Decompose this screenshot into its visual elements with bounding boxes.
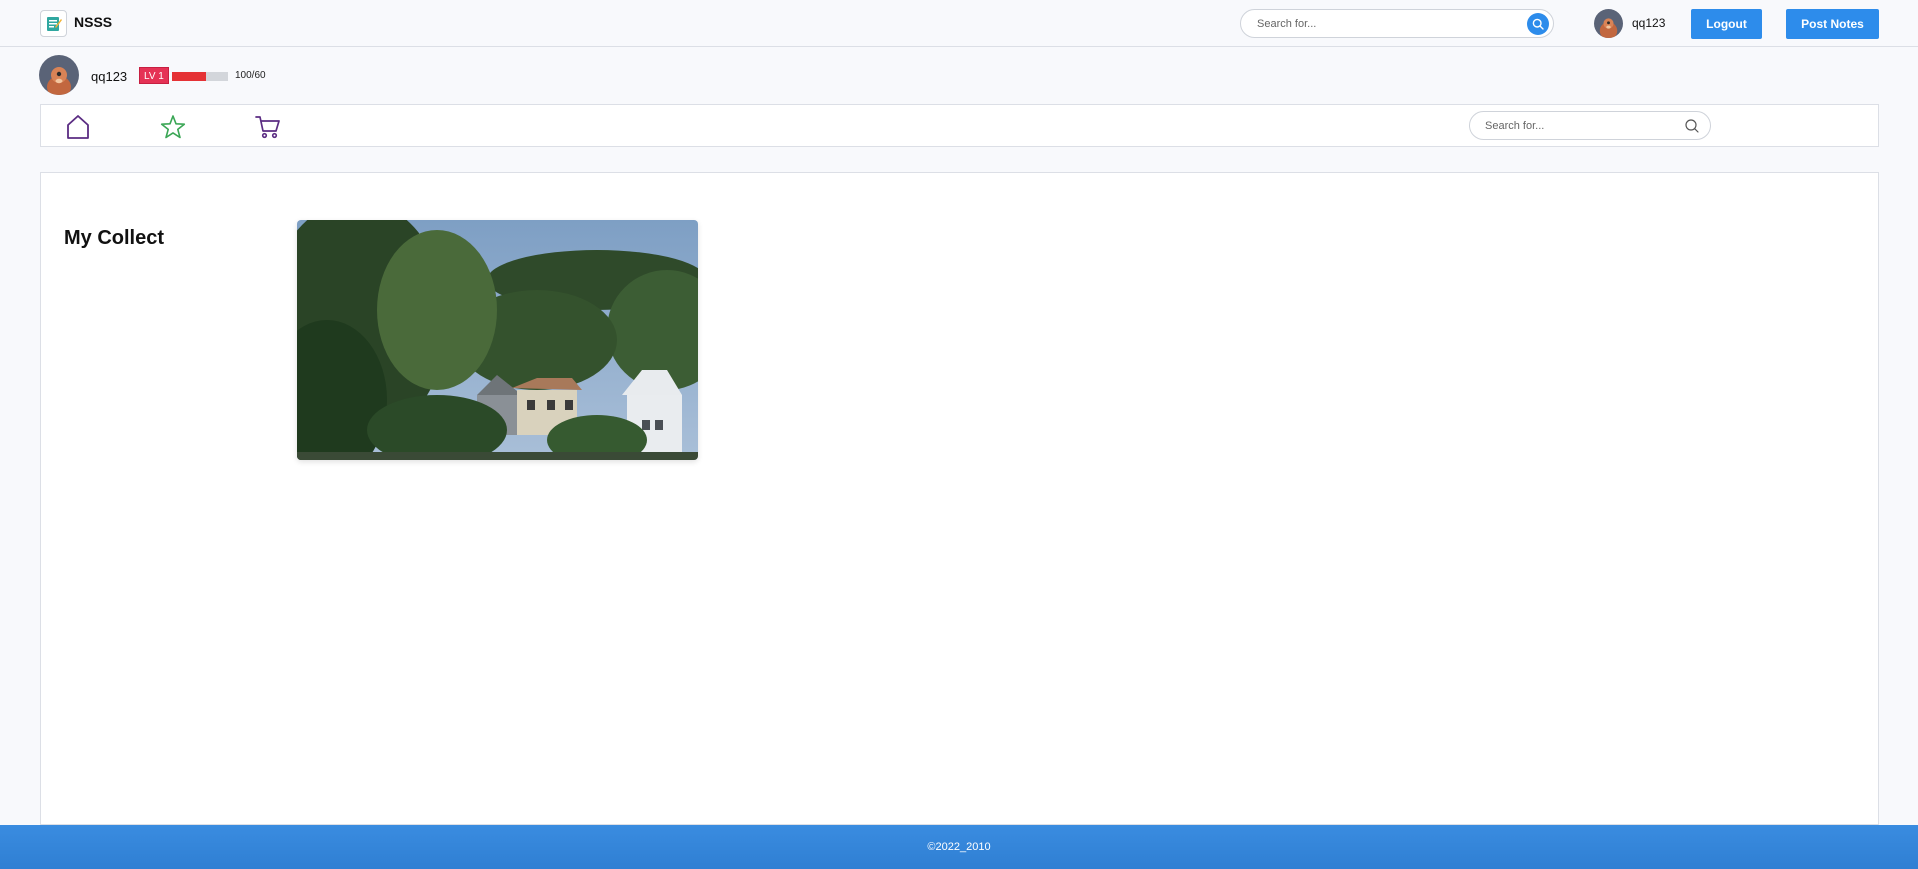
cart-icon[interactable]	[254, 113, 282, 141]
footer-copyright: ©2022_2010	[927, 841, 991, 853]
home-icon[interactable]	[64, 113, 92, 141]
level-badge: LV 1	[139, 67, 169, 84]
top-navbar: NSSS qq123 Logout Post Notes	[0, 0, 1918, 47]
houses-trees-photo	[297, 220, 698, 460]
level-progress-bar	[172, 72, 228, 81]
content-search-input[interactable]	[1485, 118, 1675, 134]
profile-avatar[interactable]	[39, 55, 79, 95]
brand-name[interactable]: NSSS	[74, 14, 112, 30]
level-progress-text: 100/60	[235, 70, 266, 81]
header-username[interactable]: qq123	[1632, 16, 1665, 30]
logo-icon[interactable]	[40, 10, 67, 37]
search-icon	[1532, 18, 1544, 30]
header-avatar[interactable]	[1594, 9, 1623, 38]
level-progress-fill	[172, 72, 206, 81]
profile-username: qq123	[91, 69, 128, 84]
logout-button[interactable]: Logout	[1691, 9, 1762, 39]
header-search	[1240, 9, 1554, 38]
content-search	[1469, 111, 1711, 140]
search-icon[interactable]	[1684, 118, 1700, 134]
header-search-button[interactable]	[1527, 13, 1549, 35]
post-notes-button[interactable]: Post Notes	[1786, 9, 1879, 39]
page-title: My Collect	[64, 227, 165, 249]
section-nav	[40, 104, 1879, 147]
star-icon[interactable]	[159, 113, 187, 141]
collect-item-card[interactable]	[297, 220, 698, 460]
header-search-input[interactable]	[1257, 16, 1507, 32]
footer: ©2022_2010	[0, 825, 1918, 869]
main-panel: My Collect	[40, 172, 1879, 825]
